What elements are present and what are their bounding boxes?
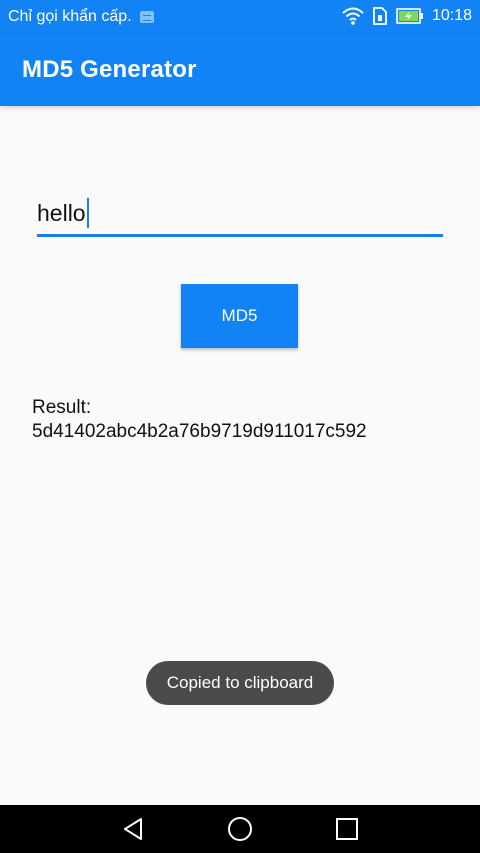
battery-icon [396,8,424,24]
home-icon[interactable] [226,815,254,843]
navigation-bar [0,805,480,853]
carrier-text: Chỉ gọi khẩn cấp. [8,8,132,25]
notification-icon [139,11,154,23]
status-clock: 10:18 [431,7,472,24]
page-title: MD5 Generator [22,56,197,83]
screen: Chỉ gọi khẩn cấp. 10:18 MD5 Generator he… [0,0,480,853]
toast-message: Copied to clipboard [146,661,334,705]
text-input-field[interactable]: hello [37,192,443,237]
back-icon[interactable] [119,815,147,843]
text-input-value-wrapper[interactable]: hello [37,198,89,228]
text-input-value[interactable]: hello [37,200,86,227]
text-cursor [86,198,89,228]
status-left: Chỉ gọi khẩn cấp. [8,8,154,26]
result-label: Result: [32,397,92,418]
wifi-icon [342,7,364,25]
status-right: 10:18 [334,7,472,25]
status-bar: Chỉ gọi khẩn cấp. 10:18 [0,0,480,34]
app-bar: MD5 Generator [0,34,480,106]
recents-icon[interactable] [333,815,361,843]
result-block: Result: 5d41402abc4b2a76b9719d911017c592 [32,396,452,444]
sim-icon [372,7,388,25]
md5-button[interactable]: MD5 [181,284,298,348]
result-hash[interactable]: 5d41402abc4b2a76b9719d911017c592 [32,420,452,444]
